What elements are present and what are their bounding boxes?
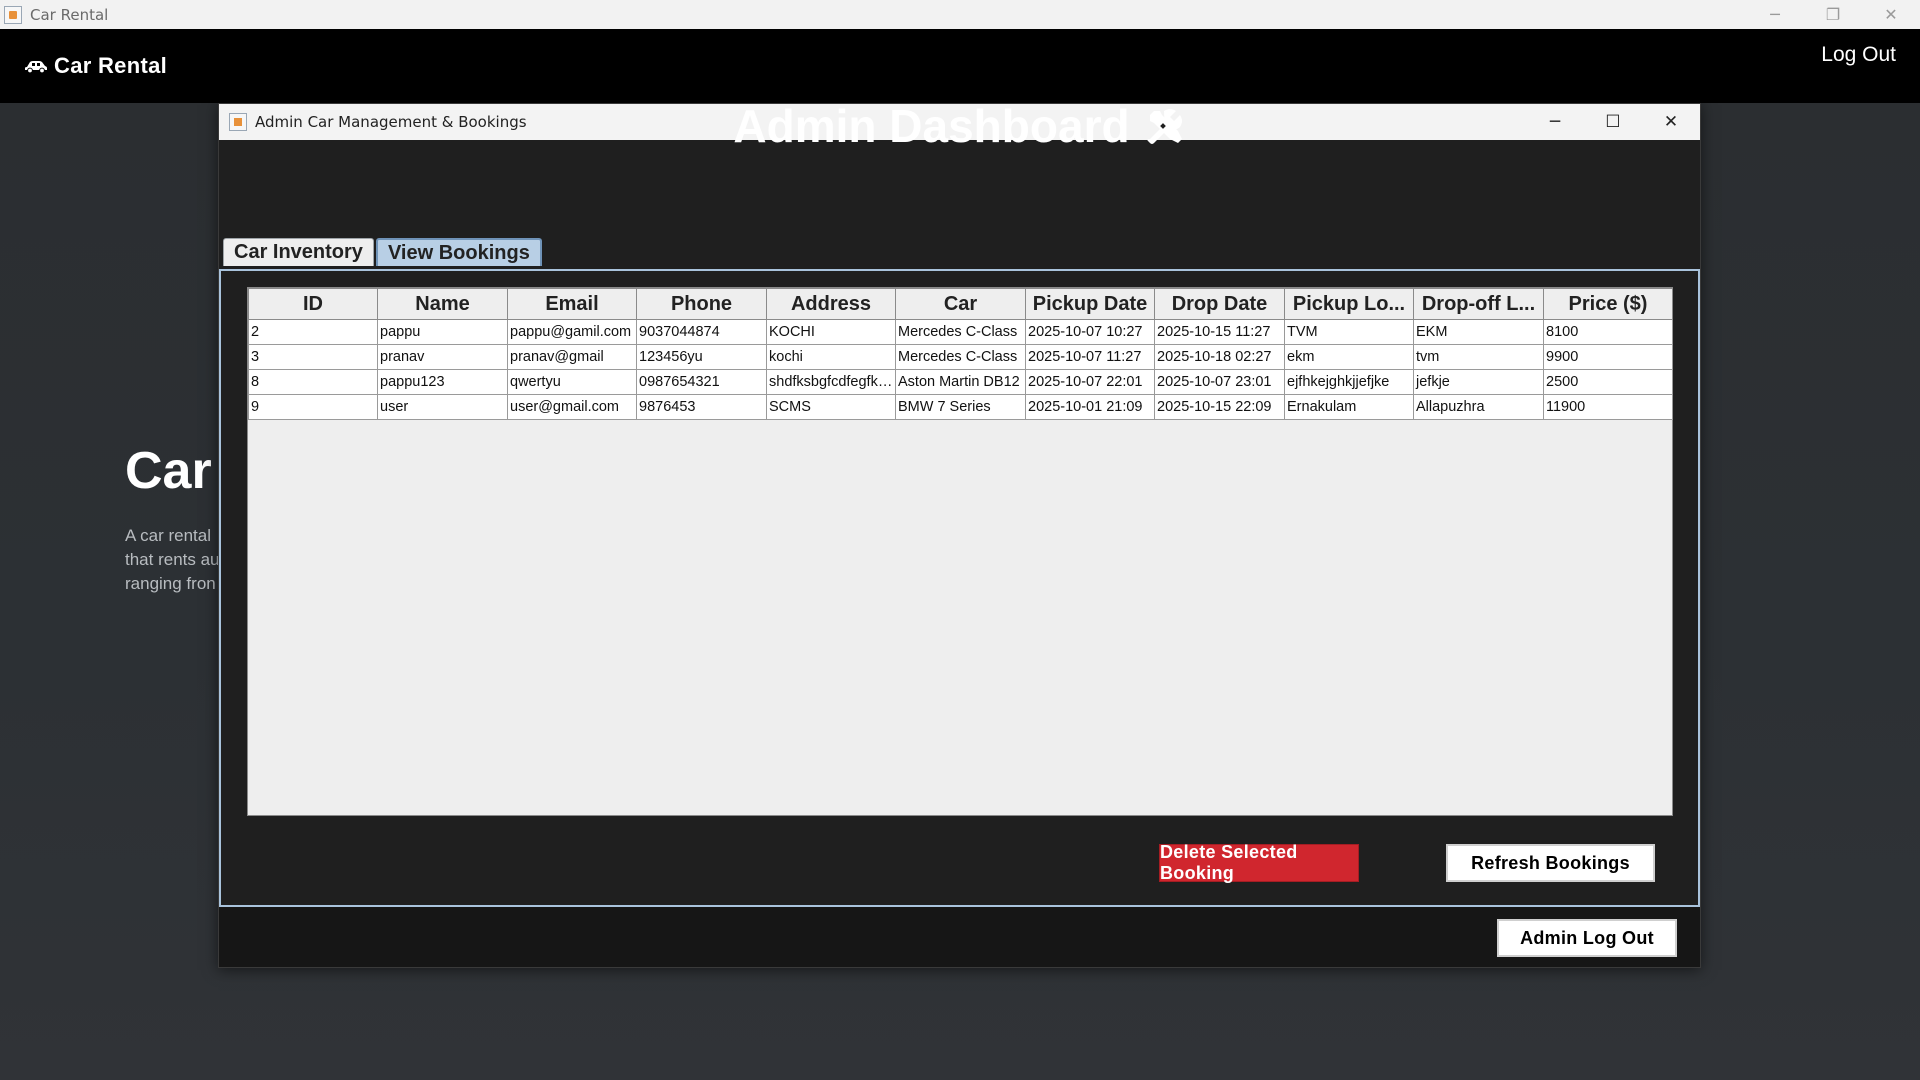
table-cell[interactable]: Allapuzhra bbox=[1413, 394, 1544, 420]
close-icon[interactable]: ✕ bbox=[1862, 0, 1920, 29]
table-cell[interactable]: 2025-10-18 02:27 bbox=[1154, 344, 1285, 370]
column-header[interactable]: Price ($) bbox=[1543, 288, 1673, 320]
column-header[interactable]: ID bbox=[248, 288, 378, 320]
table-cell[interactable]: KOCHI bbox=[766, 319, 896, 345]
admin-logout-button[interactable]: Admin Log Out bbox=[1497, 919, 1677, 957]
java-app-icon bbox=[4, 5, 22, 24]
table-cell[interactable]: pranav bbox=[377, 344, 508, 370]
column-header[interactable]: Car bbox=[895, 288, 1026, 320]
table-cell[interactable]: user bbox=[377, 394, 508, 420]
table-cell[interactable]: TVM bbox=[1284, 319, 1414, 345]
app-header: Car Rental Log Out bbox=[0, 29, 1920, 103]
table-cell[interactable]: shdfksbgfcdfegfku... bbox=[766, 369, 896, 395]
table-cell[interactable]: 11900 bbox=[1543, 394, 1673, 420]
bookings-table: ID Name Email Phone Address Car Pickup Date Dro… bbox=[248, 288, 1673, 420]
table-cell[interactable]: ekm bbox=[1284, 344, 1414, 370]
table-cell[interactable]: 9 bbox=[248, 394, 378, 420]
logout-link[interactable]: Log Out bbox=[1821, 43, 1896, 67]
table-cell[interactable]: EKM bbox=[1413, 319, 1544, 345]
table-cell[interactable]: 2025-10-01 21:09 bbox=[1025, 394, 1155, 420]
car-icon bbox=[25, 61, 47, 74]
table-cell[interactable]: 8 bbox=[248, 369, 378, 395]
table-cell[interactable]: Ernakulam bbox=[1284, 394, 1414, 420]
brand: Car Rental bbox=[24, 53, 167, 79]
column-header[interactable]: Phone bbox=[636, 288, 767, 320]
table-cell[interactable]: 2025-10-15 22:09 bbox=[1154, 394, 1285, 420]
table-cell[interactable]: tvm bbox=[1413, 344, 1544, 370]
table-cell[interactable]: 2025-10-15 11:27 bbox=[1154, 319, 1285, 345]
table-cell[interactable]: SCMS bbox=[766, 394, 896, 420]
column-header[interactable]: Email bbox=[507, 288, 637, 320]
delete-booking-button[interactable]: Delete Selected Booking bbox=[1159, 842, 1359, 883]
minimize-icon[interactable]: ─ bbox=[1746, 0, 1804, 29]
table-cell[interactable]: 9037044874 bbox=[636, 319, 767, 345]
table-cell[interactable]: 0987654321 bbox=[636, 369, 767, 395]
admin-dialog: Admin Car Management & Bookings ─ ☐ ✕ Ad… bbox=[218, 103, 1701, 968]
bookings-panel: ID Name Email Phone Address Car Pickup Date Dro… bbox=[219, 269, 1700, 907]
table-cell[interactable]: pappu@gamil.com bbox=[507, 319, 637, 345]
window-controls: ─ ❐ ✕ bbox=[1746, 0, 1920, 29]
brand-label: Car Rental bbox=[54, 53, 168, 78]
table-cell[interactable]: 8100 bbox=[1543, 319, 1673, 345]
bookings-table-container: ID Name Email Phone Address Car Pickup Date Dro… bbox=[247, 287, 1673, 816]
hero-title: Car bbox=[125, 442, 212, 500]
table-row[interactable]: 9 user user@gmail.com 9876453 SCMS BMW 7 Seri… bbox=[248, 394, 1673, 420]
table-header-row: ID Name Email Phone Address Car Pickup Date Dro… bbox=[248, 288, 1673, 320]
table-cell[interactable]: user@gmail.com bbox=[507, 394, 637, 420]
table-row[interactable]: 2 pappu pappu@gamil.com 9037044874 KOCHI Merc… bbox=[248, 319, 1673, 345]
refresh-bookings-button[interactable]: Refresh Bookings bbox=[1446, 844, 1655, 882]
column-header[interactable]: Pickup Date bbox=[1025, 288, 1155, 320]
table-cell[interactable]: qwertyu bbox=[507, 369, 637, 395]
table-cell[interactable]: pappu123 bbox=[377, 369, 508, 395]
table-cell[interactable]: pappu bbox=[377, 319, 508, 345]
table-cell[interactable]: 3 bbox=[248, 344, 378, 370]
tab-bar: Car Inventory View Bookings bbox=[223, 238, 544, 266]
table-cell[interactable]: jefkje bbox=[1413, 369, 1544, 395]
tools-icon bbox=[1146, 109, 1182, 144]
table-cell[interactable]: 2500 bbox=[1543, 369, 1673, 395]
table-cell[interactable]: pranav@gmail bbox=[507, 344, 637, 370]
column-header[interactable]: Drop Date bbox=[1154, 288, 1285, 320]
table-cell[interactable]: 2025-10-07 11:27 bbox=[1025, 344, 1155, 370]
window-title: Car Rental bbox=[30, 5, 109, 24]
table-cell[interactable]: 2025-10-07 22:01 bbox=[1025, 369, 1155, 395]
table-cell[interactable]: BMW 7 Series bbox=[895, 394, 1026, 420]
tab-car-inventory[interactable]: Car Inventory bbox=[223, 238, 374, 266]
table-cell[interactable]: Mercedes C-Class bbox=[895, 344, 1026, 370]
table-row[interactable]: 3 pranav pranav@gmail 123456yu kochi Mercedes… bbox=[248, 344, 1673, 370]
column-header[interactable]: Drop-off L... bbox=[1413, 288, 1544, 320]
column-header[interactable]: Name bbox=[377, 288, 508, 320]
table-cell[interactable]: 2 bbox=[248, 319, 378, 345]
dashboard-heading: Admin Dashboard bbox=[219, 103, 1700, 153]
dialog-footer: Admin Log Out bbox=[219, 907, 1700, 967]
table-cell[interactable]: Aston Martin DB12 bbox=[895, 369, 1026, 395]
table-cell[interactable]: 123456yu bbox=[636, 344, 767, 370]
column-header[interactable]: Pickup Lo... bbox=[1284, 288, 1414, 320]
table-cell[interactable]: 2025-10-07 23:01 bbox=[1154, 369, 1285, 395]
column-header[interactable]: Address bbox=[766, 288, 896, 320]
page-title: Admin Dashboard bbox=[733, 103, 1130, 152]
table-cell[interactable]: kochi bbox=[766, 344, 896, 370]
table-cell[interactable]: 9876453 bbox=[636, 394, 767, 420]
table-cell[interactable]: Mercedes C-Class bbox=[895, 319, 1026, 345]
table-row[interactable]: 8 pappu123 qwertyu 0987654321 shdfksbgfcdfeg… bbox=[248, 369, 1673, 395]
restore-icon[interactable]: ❐ bbox=[1804, 0, 1862, 29]
table-cell[interactable]: 2025-10-07 10:27 bbox=[1025, 319, 1155, 345]
table-cell[interactable]: ejfhkejghkjjefjke bbox=[1284, 369, 1414, 395]
os-titlebar: Car Rental ─ ❐ ✕ bbox=[0, 0, 1920, 29]
tab-view-bookings[interactable]: View Bookings bbox=[375, 238, 542, 266]
table-cell[interactable]: 9900 bbox=[1543, 344, 1673, 370]
